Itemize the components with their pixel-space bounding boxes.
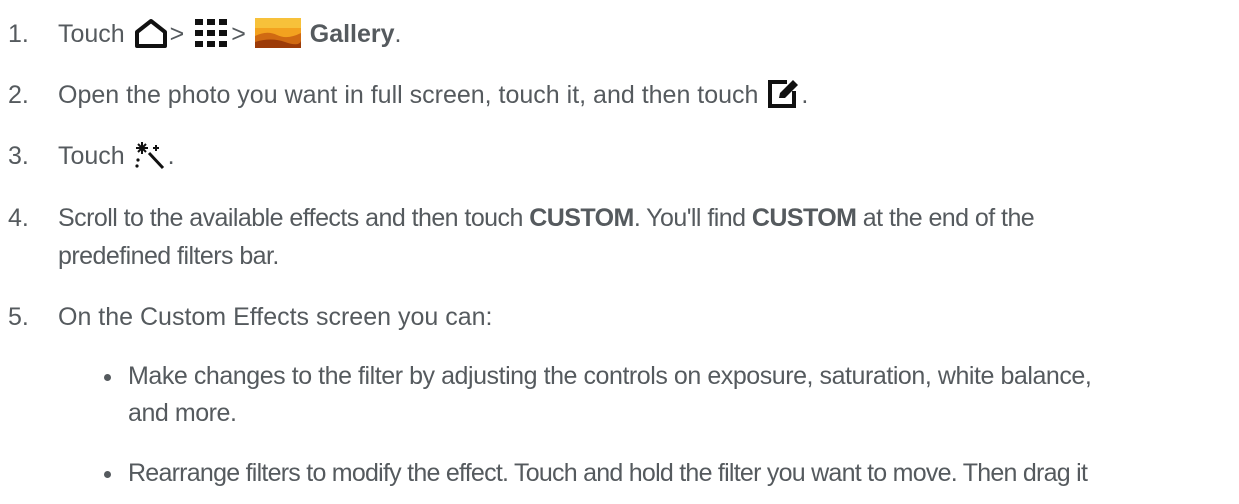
step-number: 2.: [8, 81, 29, 109]
custom-label: CUSTOM: [529, 204, 634, 232]
home-icon: [134, 18, 168, 57]
step-number: 5.: [8, 303, 29, 331]
separator: >: [231, 20, 246, 48]
edit-icon: [767, 79, 799, 118]
gallery-app-icon: [254, 18, 301, 57]
step-text: Open the photo you want in full screen, …: [58, 81, 759, 109]
step-number: 1.: [8, 20, 29, 48]
step-text: Touch: [58, 142, 125, 170]
step-number: 3.: [8, 142, 29, 170]
apps-grid-icon: [193, 18, 229, 57]
magic-wand-icon: [134, 140, 166, 179]
separator: >: [169, 20, 185, 48]
step-text: On the Custom Effects screen you can:: [58, 303, 493, 331]
step-number: 4.: [8, 204, 29, 232]
bullet-dot: [104, 374, 111, 381]
gallery-label: Gallery: [309, 20, 395, 48]
step-text: Touch: [58, 20, 125, 48]
custom-label: CUSTOM: [751, 204, 857, 232]
bullet-dot: [104, 471, 111, 478]
